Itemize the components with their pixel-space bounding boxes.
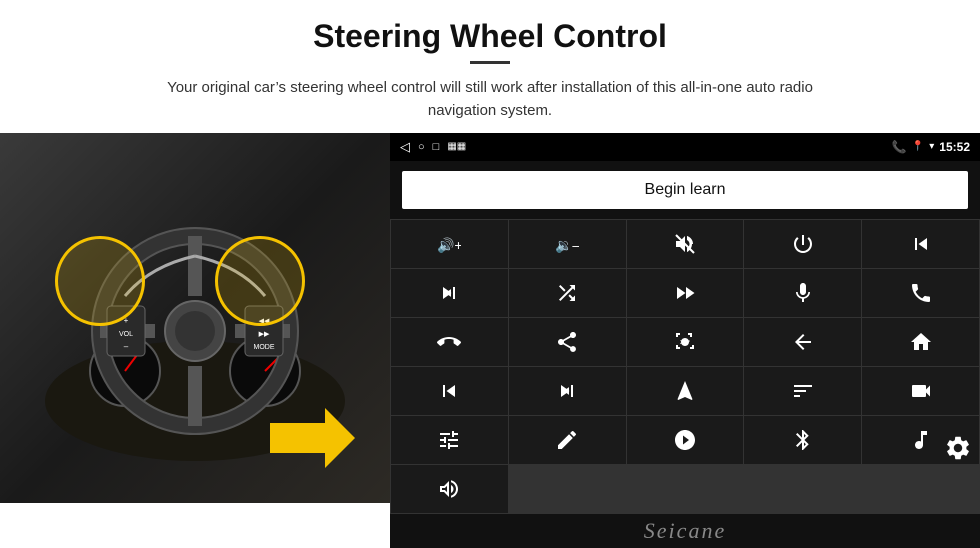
navigation-button[interactable] (627, 367, 744, 415)
svg-text:360°: 360° (680, 340, 690, 346)
camera-button[interactable] (862, 367, 979, 415)
page-title: Steering Wheel Control (60, 18, 920, 55)
brand-name: Seicane (644, 518, 726, 543)
phone-call-button[interactable] (862, 269, 979, 317)
vol-up-button[interactable]: 🔊+ (391, 220, 508, 268)
power-button[interactable] (744, 220, 861, 268)
tune-button[interactable] (744, 367, 861, 415)
highlight-right (215, 236, 305, 326)
target-button[interactable] (627, 416, 744, 464)
clock-display: 15:52 (939, 140, 970, 154)
statusbar-right: 📞 📍 ▾ 15:52 (892, 140, 970, 154)
skip-forward-button[interactable] (509, 367, 626, 415)
svg-text:VOL: VOL (119, 331, 133, 338)
subtitle: Your original car’s steering wheel contr… (140, 76, 840, 123)
car-image-panel: + VOL – ◀◀ ▶▶ MODE (0, 133, 390, 503)
android-panel: ◁ ○ □ ▦▦ 📞 📍 ▾ 15:52 Begin learn (390, 133, 980, 548)
highlight-left (55, 236, 145, 326)
page-container: Steering Wheel Control Your original car… (0, 0, 980, 544)
vol-down-button[interactable]: 🔉– (509, 220, 626, 268)
360-view-button[interactable]: 360° (627, 318, 744, 366)
square-window-icon: □ (433, 141, 440, 153)
eq-sliders-button[interactable] (391, 416, 508, 464)
microphone-button[interactable] (744, 269, 861, 317)
skip-back-button[interactable] (391, 367, 508, 415)
content-section: + VOL – ◀◀ ▶▶ MODE (0, 133, 980, 503)
back-arrow-icon: ◁ (400, 139, 410, 155)
mute-button[interactable] (627, 220, 744, 268)
back-nav-button[interactable] (744, 318, 861, 366)
signal-icon: ▦▦ (447, 141, 466, 152)
svg-text:MODE: MODE (254, 344, 275, 351)
shuffle-button[interactable] (509, 269, 626, 317)
statusbar-left: ◁ ○ □ ▦▦ (400, 139, 466, 155)
phone-status-icon: 📞 (892, 140, 907, 154)
prev-track-button[interactable] (862, 220, 979, 268)
status-bar: ◁ ○ □ ▦▦ 📞 📍 ▾ 15:52 (390, 133, 980, 161)
gear-settings-button[interactable] (944, 434, 972, 467)
title-divider (470, 61, 510, 64)
controls-grid: 🔊+ 🔉– (390, 219, 980, 514)
next-track-button[interactable] (391, 269, 508, 317)
svg-text:🔊+: 🔊+ (437, 236, 461, 254)
car-background: + VOL – ◀◀ ▶▶ MODE (0, 133, 390, 503)
home-button[interactable] (862, 318, 979, 366)
brand-row: Seicane (390, 514, 980, 548)
wifi-icon: ▾ (929, 141, 934, 152)
hang-up-button[interactable] (391, 318, 508, 366)
speaker-button[interactable] (509, 318, 626, 366)
fast-forward-button[interactable] (627, 269, 744, 317)
header-section: Steering Wheel Control Your original car… (0, 0, 980, 133)
gear-icon (944, 434, 972, 462)
yellow-arrow (270, 403, 360, 473)
home-circle-icon: ○ (418, 141, 425, 153)
svg-text:–: – (124, 342, 129, 351)
location-icon: 📍 (912, 141, 924, 152)
bluetooth-button[interactable] (744, 416, 861, 464)
android-panel-wrapper: ◁ ○ □ ▦▦ 📞 📍 ▾ 15:52 Begin learn (390, 133, 980, 503)
waveform-button[interactable] (391, 465, 508, 513)
begin-learn-row: Begin learn (390, 161, 980, 219)
svg-text:🔉–: 🔉– (555, 237, 579, 254)
pen-button[interactable] (509, 416, 626, 464)
begin-learn-button[interactable]: Begin learn (402, 171, 968, 209)
svg-text:▶▶: ▶▶ (259, 331, 270, 338)
